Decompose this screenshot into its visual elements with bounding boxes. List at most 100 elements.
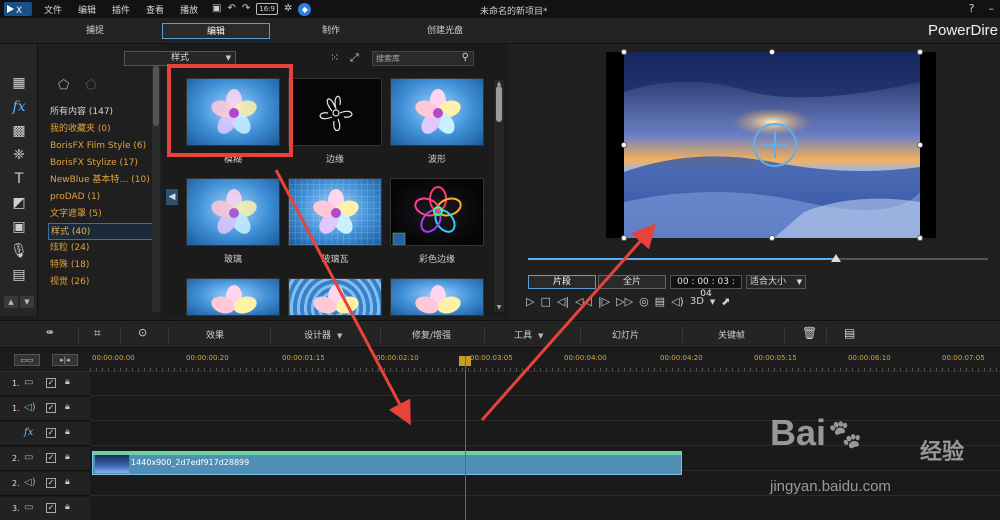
- audio-mixer-icon[interactable]: ▣: [10, 218, 28, 236]
- play-icon[interactable]: ▷: [526, 295, 534, 308]
- collapse-panel-button[interactable]: ◀: [166, 189, 178, 205]
- menu-plugins[interactable]: 插件: [112, 3, 130, 16]
- lock-icon[interactable]: 🔒︎: [65, 402, 70, 412]
- effect-wave[interactable]: 波形: [390, 78, 484, 165]
- fit-timeline-button[interactable]: ▸|◂: [52, 354, 78, 366]
- volume-icon[interactable]: ◁): [671, 295, 684, 308]
- tab-capture[interactable]: 捕捉: [60, 23, 130, 39]
- menu-view[interactable]: 查看: [146, 3, 164, 16]
- aspect-ratio-button[interactable]: 16:9: [256, 3, 278, 15]
- fix-enhance-button[interactable]: 修复/增强: [412, 328, 451, 341]
- category-favorites[interactable]: 我的收藏夹 (0): [48, 121, 160, 138]
- save-icon[interactable]: ▣: [212, 2, 221, 16]
- undock-icon[interactable]: ⬈: [721, 295, 730, 308]
- track-manager-icon[interactable]: ▤: [844, 326, 855, 340]
- playhead-knob[interactable]: [831, 254, 842, 262]
- category-borisfx-film[interactable]: BorisFX Film Style (6): [48, 138, 160, 155]
- track-lane[interactable]: [90, 372, 1000, 396]
- resize-handle[interactable]: [769, 235, 775, 241]
- 3d-button[interactable]: 3D: [690, 296, 704, 307]
- undo-icon[interactable]: ↶: [227, 2, 235, 16]
- category-visual[interactable]: 视觉 (26): [48, 274, 160, 291]
- track-enable-checkbox[interactable]: ✓: [46, 453, 56, 463]
- resize-handle[interactable]: [917, 49, 923, 55]
- storyboard-toggle[interactable]: ▭▭: [14, 354, 40, 366]
- effect-item[interactable]: [288, 278, 382, 316]
- grid-view-icon[interactable]: ⁙: [330, 51, 339, 64]
- track-enable-checkbox[interactable]: ✓: [46, 428, 56, 438]
- add-tag-icon[interactable]: ⬠: [58, 78, 69, 93]
- tab-edit[interactable]: 编辑: [162, 23, 270, 39]
- effect-color-edge[interactable]: 彩色边缘: [390, 178, 484, 265]
- search-icon[interactable]: ⚲: [462, 51, 469, 64]
- lock-icon[interactable]: 🔒︎: [65, 502, 70, 512]
- timecode-display[interactable]: 00 : 00 : 03 : 04: [670, 275, 742, 299]
- chapter-room-icon[interactable]: ▤: [10, 266, 28, 284]
- snapshot-icon[interactable]: ◎: [639, 295, 649, 308]
- effect-item[interactable]: [186, 278, 280, 316]
- strip-down-icon[interactable]: ▼: [20, 296, 34, 308]
- category-text-mask[interactable]: 文字遮罩 (5): [48, 206, 160, 223]
- remove-tag-icon[interactable]: ⬠: [85, 78, 96, 93]
- category-newblue[interactable]: NewBlue 基本特… (10): [48, 172, 160, 189]
- resize-handle[interactable]: [917, 142, 923, 148]
- title-room-icon[interactable]: T: [10, 170, 28, 188]
- library-scrollbar[interactable]: ▲ ▼: [494, 80, 504, 312]
- fullscreen-library-icon[interactable]: ⤢: [350, 51, 359, 65]
- settings-gear-icon[interactable]: ✲: [284, 2, 292, 16]
- tab-produce[interactable]: 制作: [296, 23, 366, 39]
- delete-icon[interactable]: 🗑: [802, 326, 817, 340]
- lock-icon[interactable]: 🔒︎: [65, 477, 70, 487]
- prev-frame-icon[interactable]: ◁|: [557, 295, 569, 308]
- step-back-icon[interactable]: ◁◁: [575, 295, 592, 308]
- voice-over-icon[interactable]: 🎙: [10, 242, 28, 260]
- menu-file[interactable]: 文件: [44, 3, 62, 16]
- split-icon[interactable]: ⇼: [46, 328, 54, 338]
- effect-glass-tile[interactable]: 玻璃瓦: [288, 178, 382, 265]
- category-scrollbar[interactable]: [152, 52, 160, 312]
- fit-size-select[interactable]: 适合大小 ▼: [746, 275, 806, 289]
- resize-handle[interactable]: [621, 49, 627, 55]
- category-all[interactable]: 所有内容 (147): [48, 104, 160, 121]
- more-tools-icon[interactable]: ⊙: [138, 326, 147, 339]
- stop-icon[interactable]: □: [540, 295, 550, 308]
- lock-icon[interactable]: 🔒︎: [65, 427, 70, 437]
- keyframe-button[interactable]: 关键帧: [718, 328, 745, 341]
- movie-mode-button[interactable]: 全片: [598, 275, 666, 289]
- fx-room-icon[interactable]: fx: [10, 98, 28, 116]
- effects-button[interactable]: 效果: [206, 328, 224, 341]
- help-button[interactable]: ?: [969, 2, 975, 15]
- playhead-line[interactable]: [465, 356, 466, 520]
- lock-icon[interactable]: 🔒︎: [65, 452, 70, 462]
- tools-button[interactable]: 工具 ▼: [514, 328, 543, 341]
- category-prodad[interactable]: proDAD (1): [48, 189, 160, 206]
- timeline-ruler[interactable]: ▭▭ ▸|◂ 00:00:00:00 00:00:00:20 00:00:01:…: [0, 348, 1000, 372]
- transition-room-icon[interactable]: ◩: [10, 194, 28, 212]
- resize-handle[interactable]: [621, 235, 627, 241]
- slideshow-button[interactable]: 幻灯片: [612, 328, 639, 341]
- redo-icon[interactable]: ↷: [242, 2, 250, 16]
- next-frame-icon[interactable]: |▷: [598, 295, 610, 308]
- lock-icon[interactable]: 🔒︎: [65, 377, 70, 387]
- track-enable-checkbox[interactable]: ✓: [46, 478, 56, 488]
- particle-room-icon[interactable]: ❈: [10, 146, 28, 164]
- effect-edge[interactable]: 边缘: [288, 78, 382, 165]
- resize-handle[interactable]: [917, 235, 923, 241]
- chevron-down-icon[interactable]: ▼: [710, 298, 715, 306]
- search-input[interactable]: 搜索库 ⚲: [372, 51, 474, 66]
- track-enable-checkbox[interactable]: ✓: [46, 403, 56, 413]
- add-center-icon[interactable]: [752, 122, 798, 168]
- effect-item[interactable]: [390, 278, 484, 316]
- resize-handle[interactable]: [621, 142, 627, 148]
- tab-create-disc[interactable]: 创建光盘: [410, 23, 480, 39]
- track-enable-checkbox[interactable]: ✓: [46, 378, 56, 388]
- media-room-icon[interactable]: ▦: [10, 74, 28, 92]
- strip-up-icon[interactable]: ▲: [4, 296, 18, 308]
- step-forward-icon[interactable]: ▷▷: [616, 295, 633, 308]
- category-style[interactable]: 样式 (40): [48, 223, 160, 240]
- category-particles[interactable]: 炫粒 (24): [48, 240, 160, 257]
- subtitle-icon[interactable]: ▤: [655, 295, 665, 308]
- preview-progress[interactable]: [528, 254, 988, 262]
- category-special[interactable]: 特殊 (18): [48, 257, 160, 274]
- track-enable-checkbox[interactable]: ✓: [46, 503, 56, 513]
